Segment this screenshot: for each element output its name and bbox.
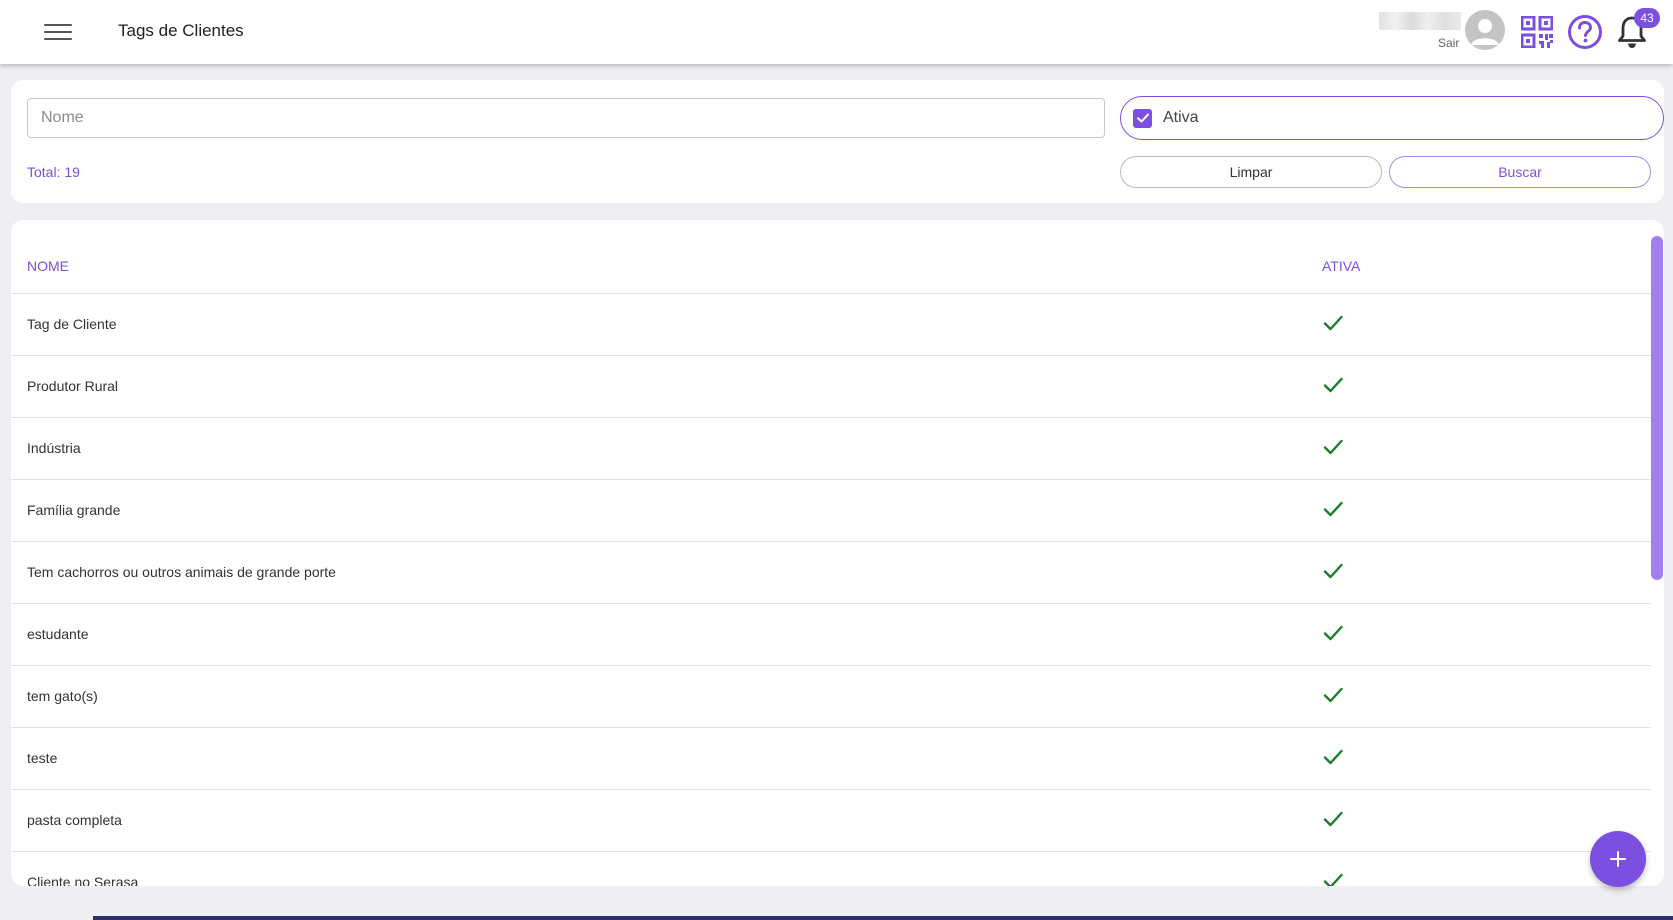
table-header: NOME ATIVA <box>11 220 1651 294</box>
table-row[interactable]: Produtor Rural <box>11 356 1651 418</box>
qr-code-icon[interactable] <box>1521 16 1553 48</box>
bottom-edge-bar <box>93 916 1673 920</box>
active-check-icon <box>1323 873 1343 886</box>
notification-badge: 43 <box>1634 8 1660 28</box>
total-count: Total: 19 <box>27 164 80 180</box>
table-row[interactable]: Cliente no Serasa <box>11 852 1651 886</box>
row-tag-name: teste <box>27 750 58 766</box>
active-check-icon <box>1323 315 1343 331</box>
row-tag-name: estudante <box>27 626 89 642</box>
table-row[interactable]: Tag de Cliente <box>11 294 1651 356</box>
page-title: Tags de Clientes <box>118 21 244 40</box>
help-icon[interactable] <box>1567 14 1603 50</box>
vertical-scrollbar[interactable] <box>1651 236 1663 580</box>
row-tag-name: Cliente no Serasa <box>27 874 139 886</box>
row-tag-name: Indústria <box>27 440 81 456</box>
active-check-icon <box>1323 687 1343 703</box>
table-body: Tag de Cliente Produtor Rural Indústria Fam… <box>11 294 1651 886</box>
user-name-redacted <box>1379 12 1461 30</box>
table-row[interactable]: Indústria <box>11 418 1651 480</box>
active-check-icon <box>1323 811 1343 827</box>
name-filter-input[interactable] <box>27 98 1105 138</box>
menu-icon[interactable] <box>44 20 72 44</box>
table-row[interactable]: tem gato(s) <box>11 666 1651 728</box>
active-check-icon <box>1323 749 1343 765</box>
active-check-icon <box>1323 625 1343 641</box>
filter-panel: Ativa Total: 19 Limpar Buscar <box>11 80 1664 203</box>
row-tag-name: Tem cachorros ou outros animais de grand… <box>27 564 336 580</box>
row-tag-name: tem gato(s) <box>27 688 98 704</box>
active-check-icon <box>1323 377 1343 393</box>
clear-button[interactable]: Limpar <box>1120 156 1382 188</box>
active-filter-label: Ativa <box>1163 109 1199 126</box>
plus-icon <box>1610 851 1626 867</box>
table-row[interactable]: Tem cachorros ou outros animais de grand… <box>11 542 1651 604</box>
column-header-active[interactable]: ATIVA <box>1322 258 1360 274</box>
table-row[interactable]: pasta completa <box>11 790 1651 852</box>
search-button[interactable]: Buscar <box>1389 156 1651 188</box>
logout-link[interactable]: Sair <box>1438 36 1459 50</box>
row-tag-name: Família grande <box>27 502 121 518</box>
table-row[interactable]: teste <box>11 728 1651 790</box>
table-row[interactable]: Família grande <box>11 480 1651 542</box>
row-tag-name: Produtor Rural <box>27 378 119 394</box>
active-check-icon <box>1323 439 1343 455</box>
checkbox-checked-icon <box>1133 108 1152 128</box>
active-check-icon <box>1323 501 1343 517</box>
top-bar: Tags de Clientes Sair 43 <box>0 0 1673 64</box>
avatar[interactable] <box>1465 10 1505 50</box>
active-check-icon <box>1323 563 1343 579</box>
active-filter-checkbox[interactable]: Ativa <box>1120 96 1664 140</box>
add-tag-button[interactable] <box>1590 831 1646 887</box>
row-tag-name: Tag de Cliente <box>27 316 117 332</box>
row-tag-name: pasta completa <box>27 812 122 828</box>
avatar-icon <box>1471 19 1499 45</box>
column-header-name[interactable]: NOME <box>27 258 69 274</box>
table-row[interactable]: estudante <box>11 604 1651 666</box>
tags-table: NOME ATIVA Tag de Cliente Produtor Rural I… <box>11 220 1664 886</box>
